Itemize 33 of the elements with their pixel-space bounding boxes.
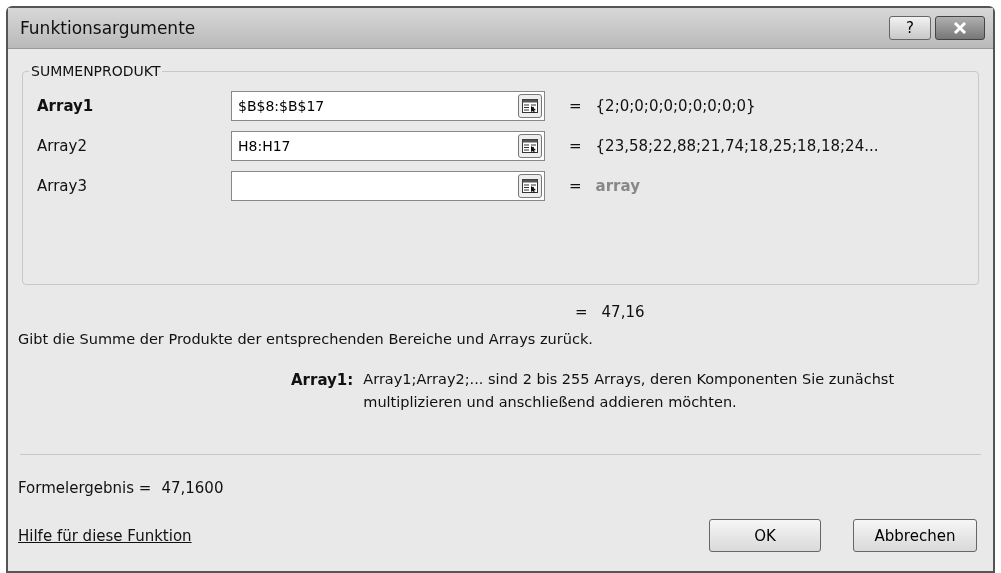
argument-label: Array2 — [37, 137, 88, 155]
argument-result: array — [595, 177, 640, 195]
argument-result: {2;0;0;0;0;0;0;0;0;0} — [595, 97, 756, 115]
formula-result-label: Formelergebnis = — [18, 479, 152, 497]
cancel-button[interactable]: Abbrechen — [853, 519, 977, 552]
function-result: 47,16 — [601, 303, 645, 323]
argument-help-text: Array1;Array2;... sind 2 bis 255 Arrays, deren Komponenten Sie zunächst multiplizieren und anschließend addieren möchten. — [363, 370, 896, 412]
formula-result-value: 47,1600 — [161, 479, 224, 497]
equals-sign: = — [569, 137, 582, 155]
argument-result: {23,58;22,88;21,74;18,25;18,18;24... — [595, 137, 879, 155]
argument-label: Array3 — [37, 177, 88, 195]
function-description: Gibt die Summe der Produkte der entsprechenden Bereiche und Arrays zurück. — [18, 331, 594, 347]
table-icon — [522, 99, 538, 113]
close-button[interactable] — [935, 16, 985, 40]
help-link[interactable]: Hilfe für diese Funktion — [18, 526, 192, 545]
argument-field[interactable]: $B$8:$B$17 — [231, 91, 545, 121]
argument-label: Array1 — [37, 97, 95, 115]
table-icon — [522, 139, 538, 153]
equals-sign: = — [569, 97, 582, 115]
equals-sign: = — [569, 177, 582, 195]
ok-button[interactable]: OK — [709, 519, 821, 552]
argument-field[interactable]: H8:H17 — [231, 131, 545, 161]
argument-help-label: Array1: — [291, 371, 354, 391]
equals-sign: = — [575, 303, 588, 323]
window-title: Funktionsargumente — [20, 18, 196, 38]
range-select-button[interactable] — [518, 134, 542, 158]
table-icon — [522, 179, 538, 193]
function-name: SUMMENPRODUKT — [30, 63, 162, 79]
range-select-button[interactable] — [518, 94, 542, 118]
help-button[interactable]: ? — [889, 16, 931, 40]
argument-field[interactable] — [231, 171, 545, 201]
range-select-button[interactable] — [518, 174, 542, 198]
close-icon — [952, 22, 968, 34]
